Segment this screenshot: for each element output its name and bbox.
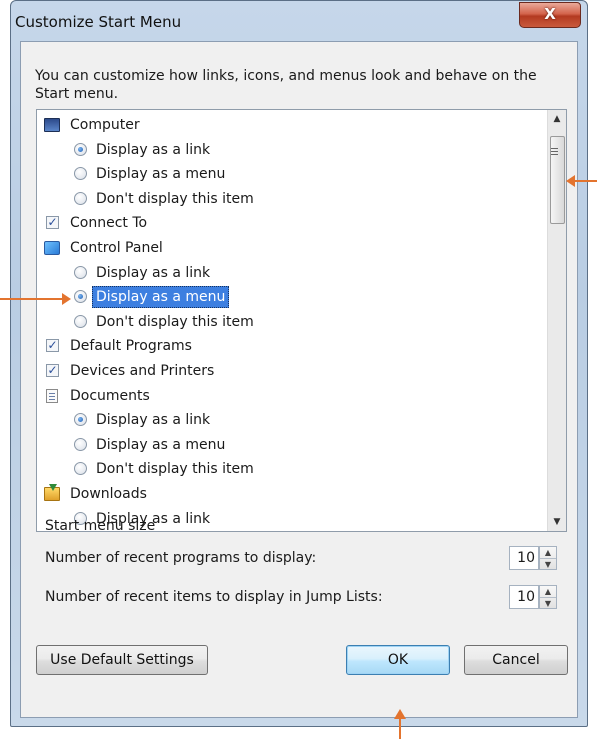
radio-button[interactable] (74, 413, 87, 427)
recent-programs-spinner[interactable]: ▲ ▼ (539, 546, 557, 570)
start-menu-size-label: Start menu size (45, 518, 156, 534)
checkbox[interactable]: ✓ (46, 216, 59, 230)
option-row[interactable]: Don't display this item (37, 187, 537, 211)
item-row[interactable]: ✓ Connect To (37, 211, 537, 235)
checkbox[interactable]: ✓ (46, 364, 59, 377)
documents-icon (46, 388, 58, 403)
checkbox[interactable]: ✓ (46, 339, 59, 353)
close-button[interactable]: X (519, 2, 581, 28)
item-label: Don't display this item (96, 461, 254, 478)
item-label: Display as a link (96, 412, 211, 429)
spin-down-icon[interactable]: ▼ (540, 598, 556, 609)
item-row[interactable]: Downloads (37, 482, 537, 506)
item-row[interactable]: Computer (37, 113, 537, 137)
option-row[interactable]: Display as a menu (37, 433, 537, 457)
option-row[interactable]: Display as a menu (37, 162, 537, 186)
item-label: Display as a menu (96, 166, 226, 183)
scroll-thumb[interactable] (550, 136, 565, 224)
scroll-down-arrow-icon[interactable]: ▼ (548, 513, 566, 531)
recent-programs-input[interactable]: 10 (509, 546, 539, 570)
radio-button[interactable] (74, 142, 87, 156)
scroll-up-arrow-icon[interactable]: ▲ (548, 110, 566, 128)
computer-icon (44, 118, 60, 132)
customize-start-menu-dialog: Customize Start Menu X You can customize… (10, 0, 588, 727)
dialog-body: You can customize how links, icons, and … (20, 41, 578, 718)
item-label: Documents (70, 387, 150, 404)
description-text: You can customize how links, icons, and … (35, 68, 537, 102)
radio-button[interactable] (74, 462, 87, 476)
spin-down-icon[interactable]: ▼ (540, 559, 556, 570)
item-label: Downloads (70, 486, 147, 502)
item-label: Display as a link (96, 141, 211, 158)
item-label: Display as a menu (96, 436, 226, 453)
control-panel-icon (44, 241, 60, 255)
option-row[interactable]: Don't display this item (37, 310, 537, 334)
start-menu-items-list[interactable]: Computer Display as a link Display as a me… (36, 109, 567, 532)
option-row[interactable]: Display as a link (37, 138, 537, 162)
item-label: Control Panel (70, 240, 163, 256)
item-row[interactable]: ✓ Default Programs (37, 334, 537, 358)
selected-highlight: Display as a menu (92, 286, 230, 309)
vertical-scrollbar[interactable]: ▲ ▼ (547, 110, 566, 531)
option-row[interactable]: Display as a link (37, 261, 537, 285)
ok-button[interactable]: OK (346, 645, 450, 675)
spin-up-icon[interactable]: ▲ (540, 547, 556, 559)
use-default-settings-button[interactable]: Use Default Settings (36, 645, 208, 675)
jump-list-input[interactable]: 10 (509, 585, 539, 609)
item-label: Computer (70, 117, 140, 133)
radio-button[interactable] (74, 167, 87, 181)
item-label: Don't display this item (96, 190, 254, 207)
option-row[interactable]: Display as a link (37, 408, 537, 432)
jump-list-label: Number of recent items to display in Jum… (45, 589, 383, 605)
item-row[interactable]: ✓ Devices and Printers (37, 359, 537, 383)
radio-button[interactable] (74, 314, 87, 328)
window-title: Customize Start Menu (15, 13, 182, 31)
radio-button[interactable] (74, 290, 87, 304)
item-label: Display as a link (96, 264, 211, 281)
downloads-icon (44, 484, 60, 501)
option-row[interactable]: Display as a menu (37, 285, 537, 309)
close-icon: X (544, 5, 556, 23)
recent-programs-label: Number of recent programs to display: (45, 550, 317, 566)
radio-button[interactable] (74, 265, 87, 279)
cancel-button[interactable]: Cancel (464, 645, 568, 675)
spin-up-icon[interactable]: ▲ (540, 586, 556, 598)
item-label: Don't display this item (96, 313, 254, 330)
title-bar[interactable]: Customize Start Menu X (11, 1, 587, 41)
item-label: Default Programs (70, 338, 192, 355)
scroll-grip-icon (551, 148, 558, 149)
item-label: Display as a menu (92, 285, 230, 309)
option-row[interactable]: Don't display this item (37, 457, 537, 481)
item-label: Connect To (70, 215, 148, 232)
jump-list-spinner[interactable]: ▲ ▼ (539, 585, 557, 609)
item-label: Devices and Printers (70, 363, 215, 379)
item-row[interactable]: Documents (37, 384, 537, 408)
item-row[interactable]: Control Panel (37, 236, 537, 260)
radio-button[interactable] (74, 191, 87, 205)
radio-button[interactable] (74, 437, 87, 451)
